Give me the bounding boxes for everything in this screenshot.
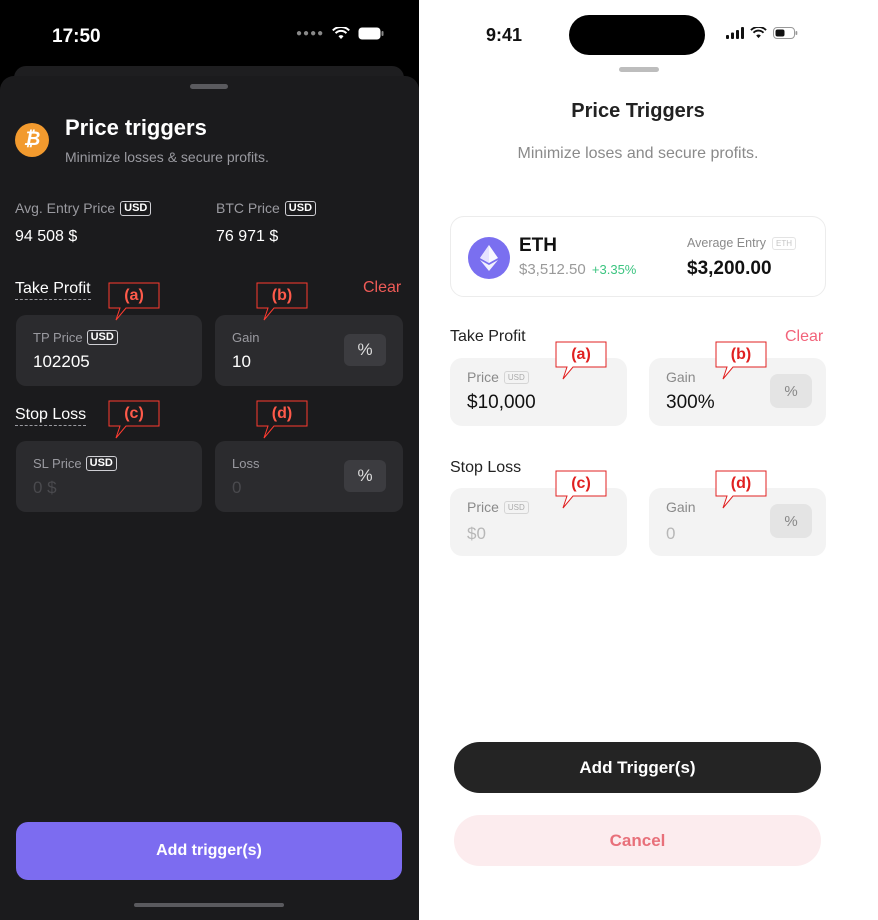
currency-badge: USD [503,500,529,514]
currency-badge: USD [503,370,529,384]
percent-toggle-button[interactable]: % [770,374,812,408]
status-time: 17:50 [52,26,101,47]
sheet-grabber[interactable] [190,84,228,89]
page-subtitle: Minimize loses and secure profits. [517,145,759,162]
asset-price: $3,512.50 +3.35% [519,261,637,278]
asset-name: ETH [519,235,557,256]
bitcoin-icon: ₿ [15,123,49,157]
tp-price-label: Price [467,369,499,385]
sl-gain-label: Gain [666,499,696,515]
tp-price-label: TP Price [33,330,83,345]
clear-button[interactable]: Clear [785,328,823,346]
light-app-screen: 9:41 Price Triggers Minimize loses and s… [419,0,878,920]
loss-label: Loss [232,456,260,471]
signal-dots-icon: ●●●● [296,28,325,39]
callout-b: (b) [256,282,308,321]
currency-badge: USD [85,456,117,471]
cellular-signal-icon [726,27,744,39]
loss-field[interactable]: Loss 0 % [215,441,403,512]
currency-badge: USD [120,200,152,216]
ethereum-icon [468,237,510,279]
add-trigger-button[interactable]: Add trigger(s) [16,822,402,880]
status-time: 9:41 [486,25,523,45]
stop-loss-label[interactable]: Stop Loss [15,406,87,426]
percent-toggle-button[interactable]: % [344,334,386,366]
gain-label: Gain [232,330,260,345]
sl-price-placeholder[interactable]: $0 [467,524,486,544]
stop-loss-label: Stop Loss [450,459,522,476]
sl-gain-placeholder[interactable]: 0 [666,524,675,544]
currency-badge: USD [284,200,317,216]
gain-value[interactable]: 10 [232,352,251,372]
average-entry-value: $3,200.00 [687,258,772,279]
cancel-button[interactable]: Cancel [454,815,821,866]
tp-gain-value[interactable]: 300% [666,392,715,414]
page-title: Price triggers [65,115,207,140]
take-profit-label[interactable]: Take Profit [15,280,91,300]
sl-price-label: SL Price [33,456,82,471]
gain-field[interactable]: Gain 10 % [215,315,403,386]
callout-d: (d) [256,400,308,439]
add-trigger-button[interactable]: Add Trigger(s) [454,742,821,793]
asset-change: +3.35% [591,262,637,277]
sl-price-label: Price [467,499,499,515]
wifi-icon [750,27,767,39]
callout-c: (c) [108,400,160,439]
currency-badge: USD [86,330,118,345]
percent-toggle-button[interactable]: % [770,504,812,538]
average-entry-label: Average Entry ETH [687,236,796,250]
page-subtitle: Minimize losses & secure profits. [65,149,269,165]
page-title: Price Triggers [571,100,705,122]
currency-badge: ETH [771,236,796,250]
dynamic-island [569,15,705,55]
sheet-grabber[interactable] [619,67,659,72]
battery-icon [773,27,798,39]
callout-c: (c) [555,470,607,509]
loss-placeholder[interactable]: 0 [232,478,241,498]
percent-toggle-button[interactable]: % [344,460,386,492]
wifi-icon [332,27,351,39]
avg-entry-label: Avg. Entry Price USD [15,200,152,216]
btc-price-label: BTC Price USD [216,200,317,216]
callout-b: (b) [715,341,767,380]
status-icons: ●●●● [296,27,384,40]
home-indicator [134,903,284,907]
callout-a: (a) [108,282,160,321]
sl-price-placeholder[interactable]: 0 $ [33,478,57,498]
battery-icon [358,27,384,40]
tp-gain-label: Gain [666,369,696,385]
btc-price-value: 76 971 $ [216,228,279,245]
dark-app-screen: 17:50 ●●●● ₿ Price triggers Minimize los… [0,0,419,920]
take-profit-label: Take Profit [450,328,526,345]
tp-price-value[interactable]: $10,000 [467,392,536,414]
sl-price-field[interactable]: SL Price USD 0 $ [16,441,202,512]
status-icons [726,27,798,39]
tp-price-value[interactable]: 102205 [33,352,90,372]
callout-d: (d) [715,470,767,509]
clear-button[interactable]: Clear [363,279,401,297]
avg-entry-value: 94 508 $ [15,228,78,245]
callout-a: (a) [555,341,607,380]
asset-card: ETH $3,512.50 +3.35% Average Entry ETH $… [450,216,826,297]
